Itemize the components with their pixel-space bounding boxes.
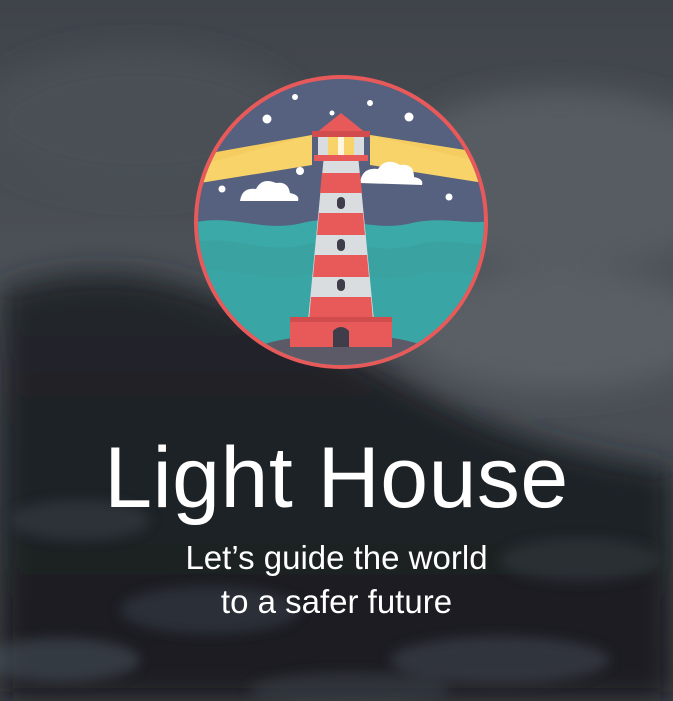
tagline: Let’s guide the world to a safer future bbox=[0, 536, 673, 624]
tagline-line-1: Let’s guide the world bbox=[185, 539, 488, 576]
lighthouse-icon bbox=[194, 75, 488, 369]
app-title: Light House bbox=[104, 430, 569, 526]
tagline-line-2: to a safer future bbox=[220, 583, 453, 620]
